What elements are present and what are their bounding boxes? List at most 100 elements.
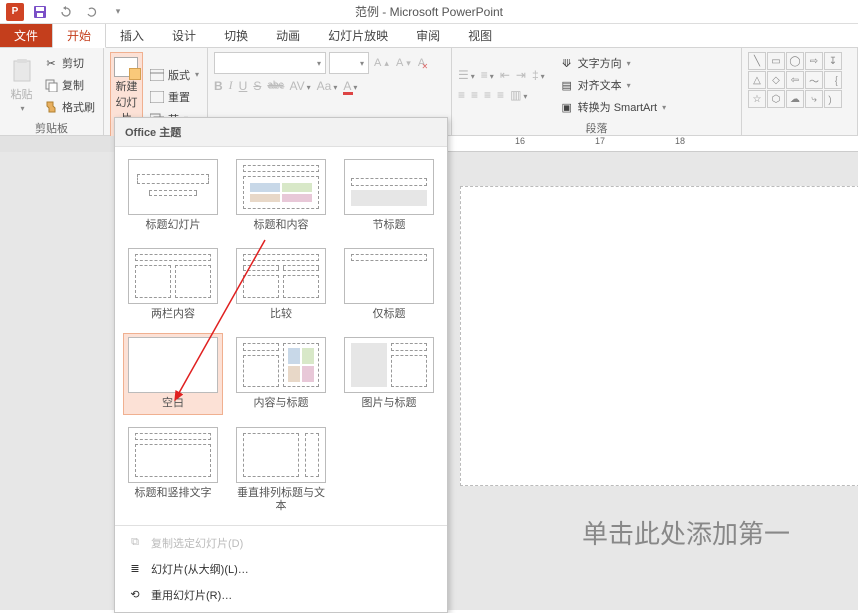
shape-oval-icon[interactable]: ◯ [786,52,804,70]
columns-button[interactable]: ▥▾ [510,88,527,102]
tab-transitions[interactable]: 切换 [210,24,262,47]
slides-from-outline-button[interactable]: ≣幻灯片(从大纲)(L)… [115,556,447,582]
layout-option-7[interactable]: 内容与标题 [231,333,331,414]
tab-home[interactable]: 开始 [52,23,106,48]
tab-file[interactable]: 文件 [0,24,52,47]
layout-label: 标题和竖排文字 [135,487,212,500]
tab-design[interactable]: 设计 [158,24,210,47]
tab-insert[interactable]: 插入 [106,24,158,47]
shape-rect-icon[interactable]: ▭ [767,52,785,70]
layout-option-4[interactable]: 比较 [231,244,331,325]
shapes-gallery[interactable]: ╲▭◯⇨↧ △◇⇦～｛ ☆⬡☁⤷） [748,52,842,119]
format-painter-button[interactable]: 格式刷 [41,96,97,118]
layout-option-10[interactable]: 垂直排列标题与文本 [231,423,331,517]
align-center-button[interactable]: ≡ [471,88,478,102]
paragraph-group-label: 段落 [458,118,735,136]
ruler-mark: 18 [660,136,700,151]
tab-review[interactable]: 审阅 [402,24,454,47]
align-left-button[interactable]: ≡ [458,88,465,102]
ruler-mark [460,136,500,151]
shape-arrow2-icon[interactable]: ⇦ [786,71,804,89]
ruler-mark: 16 [500,136,540,151]
qat-customize-icon[interactable]: ▾ [108,2,128,22]
layout-option-2[interactable]: 节标题 [339,155,439,236]
align-text-button[interactable]: ▤对齐文本▾ [557,74,668,96]
italic-button[interactable]: I [229,78,233,93]
paste-button[interactable]: 粘贴 ▾ [6,52,37,118]
justify-button[interactable]: ≡ [497,88,504,102]
layout-option-1[interactable]: 标题和内容 [231,155,331,236]
text-direction-button[interactable]: ⟱文字方向▾ [557,52,668,74]
line-spacing-button[interactable]: ‡▾ [532,68,545,82]
align-right-button[interactable]: ≡ [484,88,491,102]
shape-curve-icon[interactable]: ～ [805,71,823,89]
copy-icon [43,77,59,93]
slide-canvas[interactable] [460,186,858,486]
shape-star-icon[interactable]: ☆ [748,90,766,108]
tab-animations[interactable]: 动画 [262,24,314,47]
grow-font-button[interactable]: A▴ [372,52,391,74]
layout-grid: 标题幻灯片 标题和内容节标题两栏内容比较仅标题空白 内容与标题图片与标题标题和竖排文… [115,147,447,525]
redo-icon[interactable] [82,2,102,22]
outline-label: 幻灯片(从大纲)(L)… [151,561,249,577]
layout-label: 仅标题 [373,308,406,321]
shape-paren-icon[interactable]: ） [824,90,842,108]
tab-slideshow[interactable]: 幻灯片放映 [314,24,402,47]
layout-label: 空白 [162,397,184,410]
cut-label: 剪切 [62,55,84,71]
underline-button[interactable]: U [239,79,248,93]
bullets-button[interactable]: ☰▾ [458,68,475,82]
shape-tri-icon[interactable]: △ [748,71,766,89]
paste-label: 粘贴 [11,86,33,102]
app-icon: P [6,3,24,21]
layout-option-0[interactable]: 标题幻灯片 [123,155,223,236]
window-title: 范例 - Microsoft PowerPoint [355,3,503,20]
shrink-font-button[interactable]: A▾ [394,52,413,74]
layout-label: 节标题 [373,219,406,232]
font-size-combo[interactable]: ▾ [329,52,369,74]
save-icon[interactable] [30,2,50,22]
reuse-icon: ⟲ [127,587,143,603]
decrease-indent-button[interactable]: ⇤ [500,68,510,82]
layout-thumb [128,159,218,215]
cut-button[interactable]: ✂剪切 [41,52,97,74]
bold-button[interactable]: B [214,79,223,93]
shape-cloud-icon[interactable]: ☁ [786,90,804,108]
clear-format-button[interactable]: A✕ [416,52,427,74]
undo-icon[interactable] [56,2,76,22]
shape-brace-icon[interactable]: ｛ [824,71,842,89]
case-button[interactable]: Aa▾ [317,79,338,93]
reuse-slides-button[interactable]: ⟲重用幻灯片(R)… [115,582,447,608]
layout-option-6[interactable]: 空白 [123,333,223,414]
duplicate-label: 复制选定幻灯片(D) [151,535,243,551]
clipboard-label: 剪贴板 [6,118,97,136]
increase-indent-button[interactable]: ⇥ [516,68,526,82]
shape-conn-icon[interactable]: ⤷ [805,90,823,108]
layout-option-9[interactable]: 标题和竖排文字 [123,423,223,517]
shape-line-icon[interactable]: ╲ [748,52,766,70]
font-color-button[interactable]: A▾ [343,79,357,93]
ruler-mark: 17 [580,136,620,151]
layout-option-3[interactable]: 两栏内容 [123,244,223,325]
font-name-combo[interactable]: ▾ [214,52,326,74]
layout-option-8[interactable]: 图片与标题 [339,333,439,414]
reset-button[interactable]: 重置 [147,86,201,108]
shape-hex-icon[interactable]: ⬡ [767,90,785,108]
scissors-icon: ✂ [43,55,59,71]
shape-arrow-icon[interactable]: ⇨ [805,52,823,70]
layout-label: 标题幻灯片 [146,219,201,232]
strike-button[interactable]: S [253,79,261,93]
convert-smartart-button[interactable]: ▣转换为 SmartArt▾ [557,96,668,118]
layout-thumb [128,248,218,304]
spacing-button[interactable]: AV▾ [289,79,310,93]
shadow-button[interactable]: abc [267,80,283,91]
tab-view[interactable]: 视图 [454,24,506,47]
layout-option-5[interactable]: 仅标题 [339,244,439,325]
shape-diamond-icon[interactable]: ◇ [767,71,785,89]
layout-button[interactable]: 版式▾ [147,64,201,86]
copy-button[interactable]: 复制 [41,74,97,96]
shape-more-icon[interactable]: ↧ [824,52,842,70]
numbering-button[interactable]: ≡▾ [481,68,494,82]
title-placeholder[interactable]: 单击此处添加第一 [582,514,790,551]
align-text-icon: ▤ [559,77,575,93]
